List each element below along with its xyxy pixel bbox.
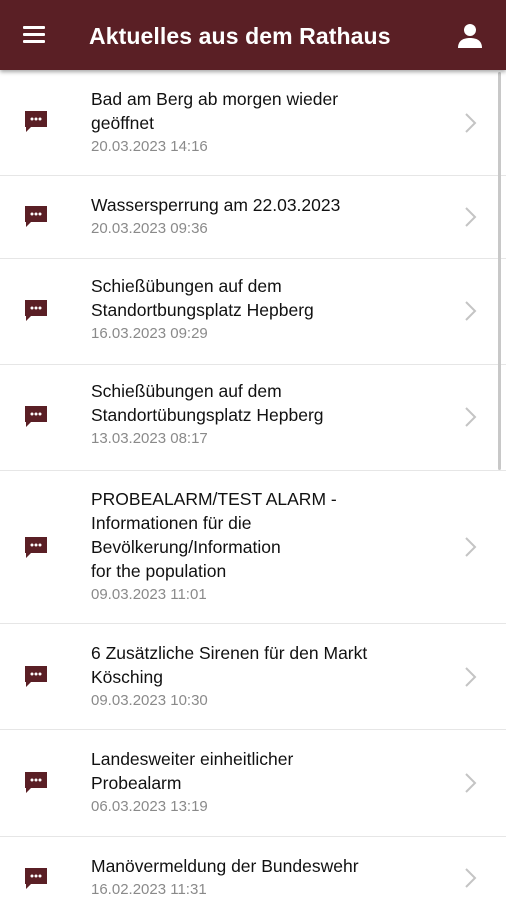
news-item-date: 20.03.2023 14:16 xyxy=(91,138,208,155)
news-item-date: 09.03.2023 11:01 xyxy=(91,586,207,603)
news-item-texts: Schießübungen auf dem Standortbungsplatz… xyxy=(91,274,431,344)
news-item-texts: Manövermeldung der Bundeswehr 16.02.2023… xyxy=(91,854,431,900)
chevron-right-icon xyxy=(462,666,478,688)
news-item[interactable]: 6 Zusätzliche Sirenen für den Markt Kösc… xyxy=(0,624,506,730)
speech-bubble-icon xyxy=(23,663,49,689)
news-item-title: Wassersperrung am 22.03.2023 xyxy=(91,195,341,215)
chevron-right-icon xyxy=(462,772,478,794)
news-item-title: Manövermeldung der Bundeswehr xyxy=(91,856,359,876)
speech-bubble-icon xyxy=(23,297,49,323)
news-item[interactable]: Schießübungen auf dem Standortbungsplatz… xyxy=(0,259,506,365)
app-bar: Aktuelles aus dem Rathaus xyxy=(0,0,506,70)
news-item-title: 6 Zusätzliche Sirenen für den Markt Kösc… xyxy=(91,643,368,687)
news-item-title: PROBEALARM/TEST ALARM - Informationen fü… xyxy=(91,489,337,581)
user-icon[interactable] xyxy=(456,22,484,50)
news-item-texts: Schießübungen auf dem Standortübungsplat… xyxy=(91,379,431,449)
news-item[interactable]: Bad am Berg ab morgen wieder geöffnet 20… xyxy=(0,70,506,176)
page-title: Aktuelles aus dem Rathaus xyxy=(89,23,391,49)
chevron-right-icon xyxy=(462,867,478,889)
news-item-title: Bad am Berg ab morgen wieder geöffnet xyxy=(91,89,339,133)
news-item-texts: PROBEALARM/TEST ALARM - Informationen fü… xyxy=(91,487,431,605)
news-item-texts: Bad am Berg ab morgen wieder geöffnet 20… xyxy=(91,87,431,157)
news-list: Bad am Berg ab morgen wieder geöffnet 20… xyxy=(0,70,506,900)
news-item-date: 20.03.2023 09:36 xyxy=(91,220,208,237)
news-item-texts: Wassersperrung am 22.03.2023 20.03.2023 … xyxy=(91,193,431,239)
news-item-title: Schießübungen auf dem Standortbungsplatz… xyxy=(91,276,314,320)
news-item-texts: Landesweiter einheitlicher Probealarm 06… xyxy=(91,747,431,817)
speech-bubble-icon xyxy=(23,203,49,229)
news-item-texts: 6 Zusätzliche Sirenen für den Markt Kösc… xyxy=(91,641,431,711)
news-item-date: 09.03.2023 10:30 xyxy=(91,692,208,709)
speech-bubble-icon xyxy=(23,108,49,134)
news-item-date: 16.03.2023 09:29 xyxy=(91,325,208,342)
news-item-date: 06.03.2023 13:19 xyxy=(91,798,208,815)
news-item[interactable]: Schießübungen auf dem Standortübungsplat… xyxy=(0,365,506,471)
news-item[interactable]: Landesweiter einheitlicher Probealarm 06… xyxy=(0,730,506,837)
speech-bubble-icon xyxy=(23,865,49,891)
news-item-date: 16.02.2023 11:31 xyxy=(91,881,207,898)
chevron-right-icon xyxy=(462,406,478,428)
news-item-title: Schießübungen auf dem Standortübungsplat… xyxy=(91,381,324,425)
news-item[interactable]: Manövermeldung der Bundeswehr 16.02.2023… xyxy=(0,837,506,900)
chevron-right-icon xyxy=(462,112,478,134)
speech-bubble-icon xyxy=(23,769,49,795)
hamburger-menu-icon[interactable] xyxy=(22,24,48,46)
speech-bubble-icon xyxy=(23,534,49,560)
news-item[interactable]: PROBEALARM/TEST ALARM - Informationen fü… xyxy=(0,471,506,624)
chevron-right-icon xyxy=(462,536,478,558)
news-item-title: Landesweiter einheitlicher Probealarm xyxy=(91,749,294,793)
scrollbar[interactable] xyxy=(498,72,501,470)
news-item[interactable]: Wassersperrung am 22.03.2023 20.03.2023 … xyxy=(0,176,506,259)
news-item-date: 13.03.2023 08:17 xyxy=(91,430,208,447)
speech-bubble-icon xyxy=(23,403,49,429)
chevron-right-icon xyxy=(462,206,478,228)
chevron-right-icon xyxy=(462,300,478,322)
